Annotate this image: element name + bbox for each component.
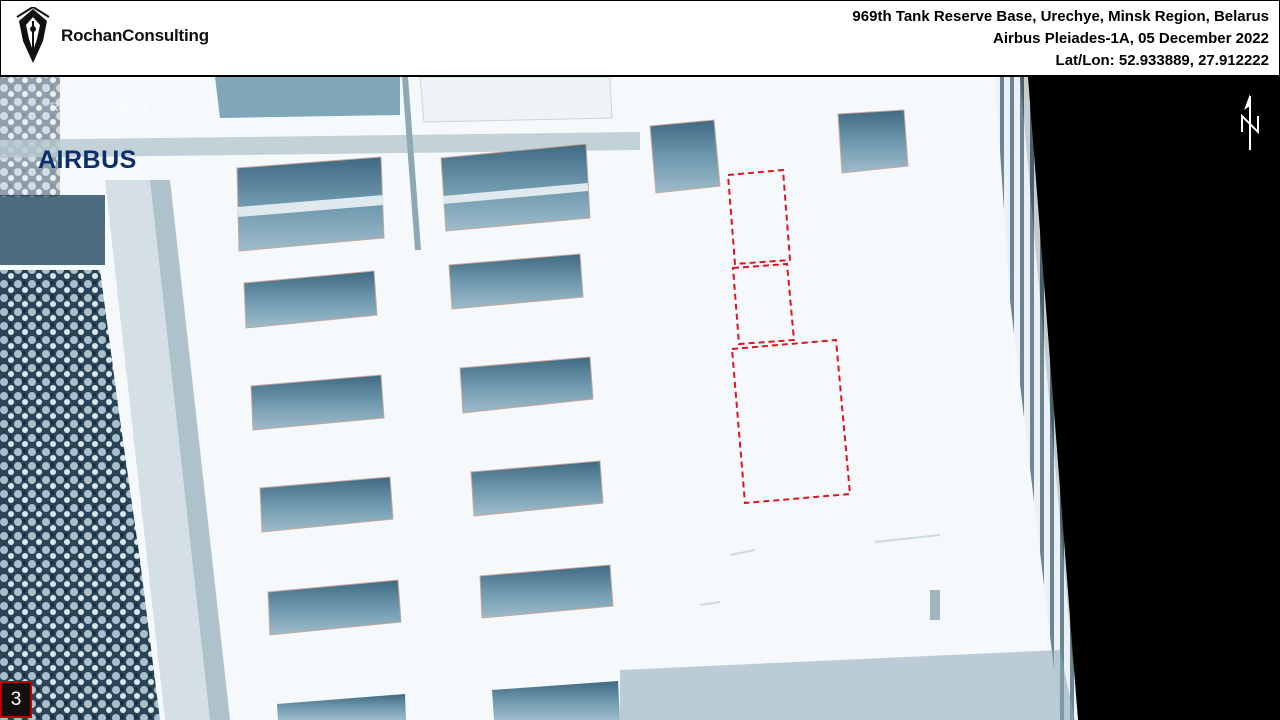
rochan-logo: RochanConsulting [13,7,209,67]
header-bar: RochanConsulting 969th Tank Reserve Base… [0,0,1280,77]
pen-nib-logo-icon [16,7,50,63]
building-top-left [215,77,400,118]
caption-coordinates: Lat/Lon: 52.933889, 27.912222 [1055,52,1269,69]
north-arrow-icon [1241,94,1259,150]
building-small-2 [837,109,909,174]
airbus-logo: AIRBUS [38,146,137,174]
forest-strip-north [0,195,105,265]
forest-north-edge [0,77,60,197]
logo-text: RochanConsulting [61,26,209,45]
satellite-image [0,77,1280,720]
caption-location: 969th Tank Reserve Base, Urechye, Minsk … [852,8,1269,25]
watermark-text: RochanConsulting [50,100,149,114]
image-caption: 969th Tank Reserve Base, Urechye, Minsk … [852,6,1269,72]
caption-sensor-date: Airbus Pleiades-1A, 05 December 2022 [993,30,1269,47]
building-small-1 [649,119,721,194]
building-top-mid [419,77,613,123]
slide-number: 3 [0,681,32,718]
